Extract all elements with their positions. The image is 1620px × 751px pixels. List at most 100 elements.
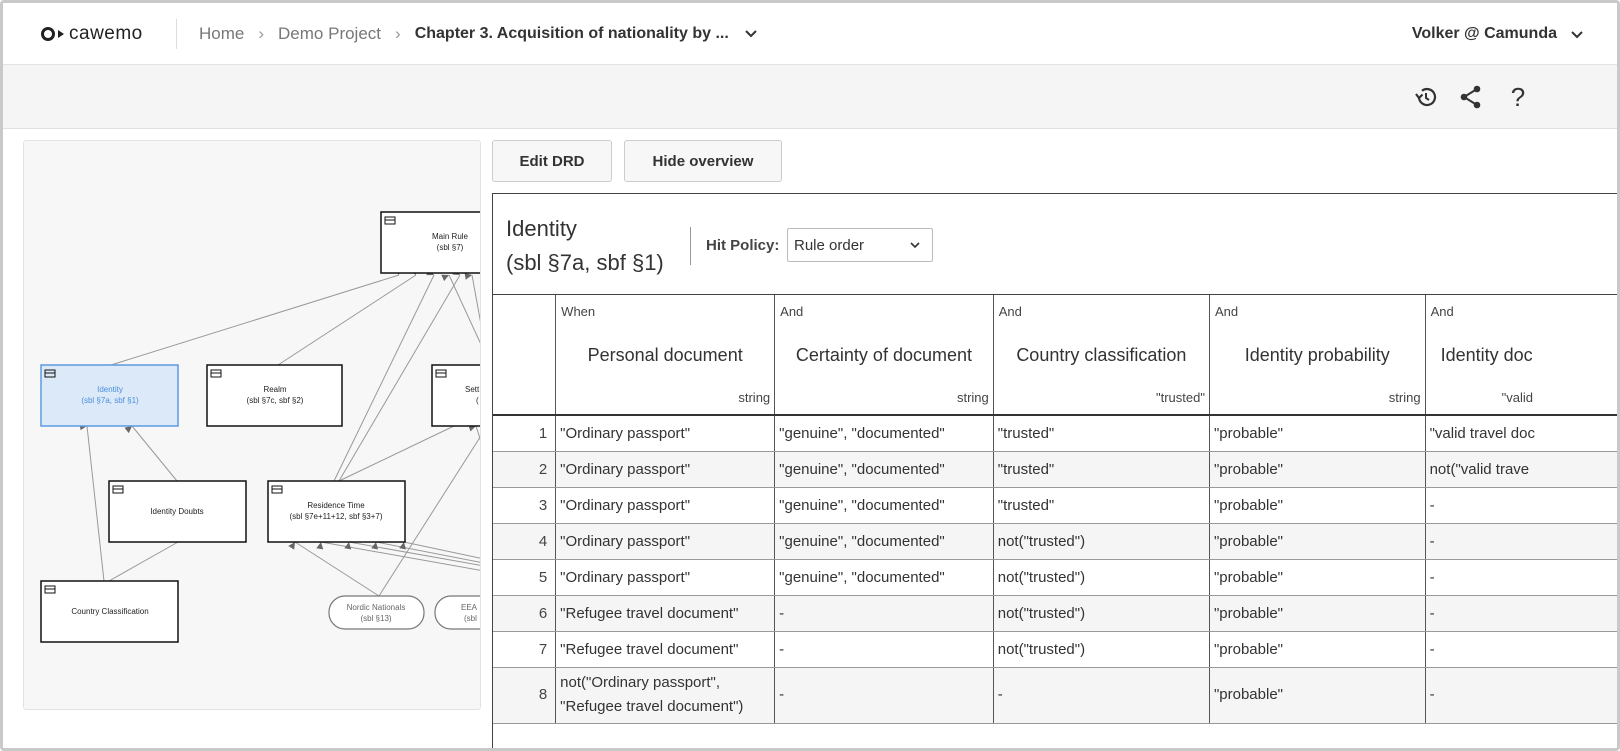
hide-overview-button[interactable]: Hide overview: [624, 140, 782, 182]
chevron-down-icon[interactable]: [745, 26, 757, 41]
table-row: 5 "Ordinary passport" "genuine", "docume…: [493, 559, 1617, 596]
decision-name-line2: (sbl §7a, sbf §1): [506, 250, 664, 275]
input-column-identity-doc[interactable]: And Identity doc "valid: [1425, 295, 1617, 416]
rule-cell[interactable]: "valid travel doc: [1425, 415, 1617, 452]
column-header-row: When Personal document string And Certai…: [493, 295, 1617, 416]
rule-cell[interactable]: "Ordinary passport": [555, 523, 776, 560]
node-label: Identity: [97, 385, 123, 394]
table-row: 3 "Ordinary passport" "genuine", "docume…: [493, 487, 1617, 524]
drd-node-settlement: Sett (: [431, 364, 480, 427]
rule-cell[interactable]: -: [1425, 559, 1617, 596]
column-type: string: [956, 390, 989, 405]
table-row: 2 "Ordinary passport" "genuine", "docume…: [493, 451, 1617, 488]
input-column-country-classification[interactable]: And Country classification "trusted": [993, 295, 1210, 416]
rule-cell[interactable]: "genuine", "documented": [774, 415, 994, 452]
rule-cell[interactable]: "probable": [1209, 523, 1426, 560]
rule-cell[interactable]: "Ordinary passport": [555, 487, 776, 524]
rule-cell[interactable]: "Refugee travel document": [555, 595, 776, 632]
node-label: Sett: [465, 385, 480, 394]
column-label: Personal document: [587, 345, 743, 365]
rule-cell[interactable]: "trusted": [993, 487, 1210, 524]
node-label: Nordic Nationals: [347, 603, 406, 612]
divider: [690, 227, 691, 265]
breadcrumb-project[interactable]: Demo Project: [278, 24, 381, 44]
node-sublabel: (sbl: [464, 614, 477, 623]
history-icon[interactable]: [1410, 81, 1442, 113]
rule-cell[interactable]: "Refugee travel document": [555, 631, 776, 668]
drd-node-eea: EEA (sbl: [434, 595, 480, 630]
rule-cell[interactable]: "probable": [1209, 631, 1426, 668]
chevron-down-icon: [1571, 27, 1583, 42]
rule-cell[interactable]: not("Ordinary passport", "Refugee travel…: [555, 667, 776, 724]
rule-cell[interactable]: -: [774, 667, 994, 724]
rule-cell[interactable]: "genuine", "documented": [774, 487, 994, 524]
drd-overview[interactable]: Main Rule (sbl §7) Identity (sbl §7a, sb…: [23, 140, 481, 710]
table-row: 1 "Ordinary passport" "genuine", "docume…: [493, 415, 1617, 452]
share-icon[interactable]: [1455, 81, 1487, 113]
rule-number: 2: [493, 451, 557, 488]
user-menu[interactable]: Volker @ Camunda: [1412, 25, 1583, 43]
decision-name[interactable]: Identity (sbl §7a, sbf §1): [506, 212, 664, 280]
rule-number: 3: [493, 487, 557, 524]
help-icon[interactable]: ?: [1502, 81, 1534, 113]
node-label: Identity Doubts: [150, 507, 203, 516]
rule-cell[interactable]: "probable": [1209, 559, 1426, 596]
rule-cell[interactable]: -: [1425, 631, 1617, 668]
app-window: cawemo Home › Demo Project › Chapter 3. …: [0, 0, 1620, 751]
rule-cell[interactable]: not("trusted"): [993, 631, 1210, 668]
column-type: "trusted": [1155, 390, 1205, 405]
rule-cell[interactable]: not("trusted"): [993, 595, 1210, 632]
clause-label: And: [1214, 304, 1239, 319]
node-label: Main Rule: [432, 232, 469, 241]
user-name: Volker @ Camunda: [1411, 25, 1557, 42]
hit-policy-select[interactable]: Rule order: [787, 228, 933, 262]
rule-number: 4: [493, 523, 557, 560]
top-bar: cawemo Home › Demo Project › Chapter 3. …: [3, 3, 1617, 65]
rule-cell[interactable]: "genuine", "documented": [774, 559, 994, 596]
rule-cell[interactable]: -: [1425, 667, 1617, 724]
rule-cell[interactable]: -: [993, 667, 1210, 724]
drd-node-residence-time: Residence Time (sbl §7e+11+12, sbf §3+7): [267, 480, 406, 543]
rule-cell[interactable]: "probable": [1209, 415, 1426, 452]
input-column-personal-document[interactable]: When Personal document string: [555, 295, 776, 416]
clause-label: And: [998, 304, 1022, 319]
column-label: Country classification: [1016, 345, 1187, 365]
rule-cell[interactable]: -: [1425, 487, 1617, 524]
rule-cell[interactable]: "genuine", "documented": [774, 451, 994, 488]
drd-node-realm: Realm (sbl §7c, sbf §2): [206, 364, 343, 427]
rule-cell[interactable]: -: [1425, 595, 1617, 632]
rule-cell[interactable]: -: [1425, 523, 1617, 560]
cawemo-logo[interactable]: cawemo: [41, 23, 176, 45]
rule-cell[interactable]: "probable": [1209, 487, 1426, 524]
rule-cell[interactable]: "trusted": [993, 415, 1210, 452]
logo-text: cawemo: [69, 22, 143, 44]
decision-name-line1: Identity: [506, 216, 577, 241]
logo-arrow-icon: [58, 29, 64, 38]
breadcrumb-home[interactable]: Home: [199, 24, 244, 44]
clause-label: And: [1430, 304, 1454, 319]
rule-cell[interactable]: not("trusted"): [993, 559, 1210, 596]
rule-cell[interactable]: "probable": [1209, 595, 1426, 632]
input-column-certainty[interactable]: And Certainty of document string: [774, 295, 994, 416]
breadcrumb-separator-icon: ›: [258, 23, 265, 43]
rule-cell[interactable]: "probable": [1209, 667, 1426, 724]
drd-node-identity: Identity (sbl §7a, sbf §1): [40, 364, 179, 427]
rule-cell[interactable]: not("valid trave: [1425, 451, 1617, 488]
column-type: string: [738, 390, 771, 405]
rule-cell[interactable]: "Ordinary passport": [555, 559, 776, 596]
rule-cell[interactable]: "probable": [1209, 451, 1426, 488]
rule-cell[interactable]: "genuine", "documented": [774, 523, 994, 560]
rule-cell[interactable]: -: [774, 595, 994, 632]
rule-cell[interactable]: "trusted": [993, 451, 1210, 488]
clause-label: And: [780, 304, 804, 319]
edit-drd-button[interactable]: Edit DRD: [492, 140, 612, 182]
rule-cell[interactable]: "Ordinary passport": [555, 415, 776, 452]
rule-cell[interactable]: -: [774, 631, 994, 668]
table-row: 7 "Refugee travel document" - not("trust…: [493, 631, 1617, 668]
rule-cell[interactable]: "Ordinary passport": [555, 451, 776, 488]
rule-cell[interactable]: not("trusted"): [993, 523, 1210, 560]
input-column-identity-probability[interactable]: And Identity probability string: [1209, 295, 1426, 416]
table-row: 8 not("Ordinary passport", "Refugee trav…: [493, 667, 1617, 724]
column-label: Certainty of document: [795, 345, 972, 365]
node-sublabel: (sbl §7c, sbf §2): [247, 396, 304, 405]
